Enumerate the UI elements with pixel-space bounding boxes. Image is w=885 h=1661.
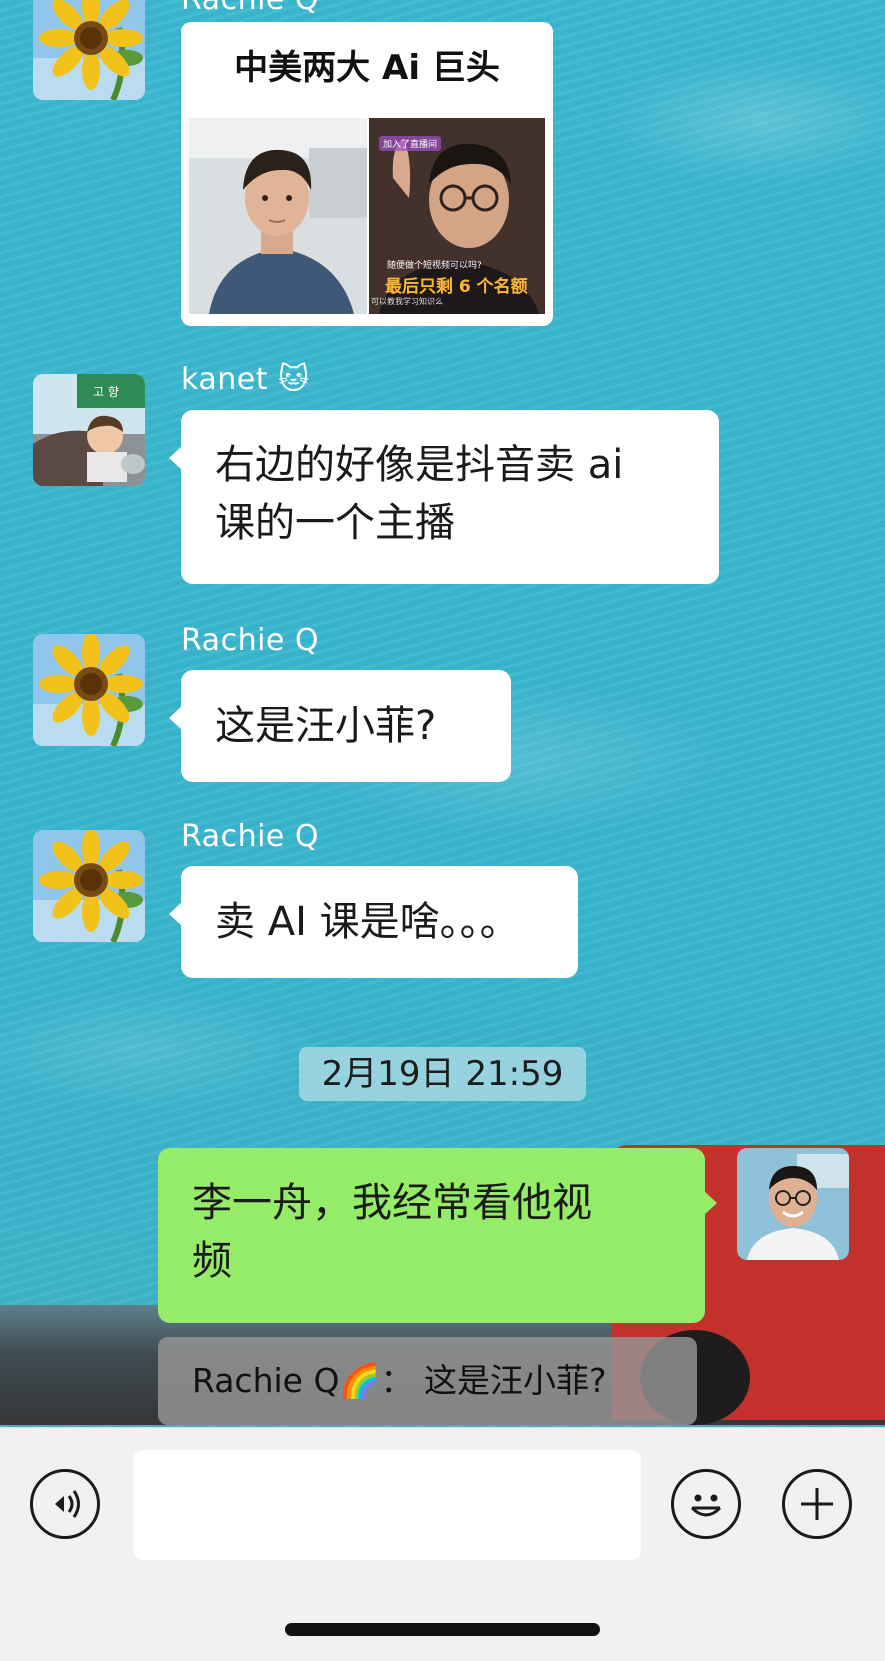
sunflower-avatar-image	[33, 634, 145, 746]
voice-icon	[55, 1490, 80, 1518]
message-text-line: 频	[192, 1238, 232, 1284]
avatar-rachie[interactable]	[33, 830, 145, 942]
message-text-line: 右边的好像是抖音卖 ai	[215, 442, 624, 488]
sender-name-kanet: kanet 🐱	[181, 362, 310, 397]
message-bubble-me[interactable]: 李一舟，我经常看他视 频	[158, 1148, 717, 1323]
avatar-me[interactable]	[737, 1148, 849, 1260]
image-overlay-bottom: 可以教我学习知识么	[371, 297, 443, 306]
avatar-rachie[interactable]	[33, 0, 145, 100]
sender-name-top: Rachie Q	[181, 0, 319, 17]
avatar-kanet[interactable]: 고 향	[33, 374, 145, 486]
message-text-line: 李一舟，我经常看他视	[192, 1180, 592, 1226]
voice-button[interactable]	[30, 1469, 100, 1539]
plus-icon	[801, 1488, 833, 1520]
message-bubble-rachie[interactable]: 这是汪小菲?	[169, 670, 511, 782]
message-bubble-kanet[interactable]: 右边的好像是抖音卖 ai 课的一个主播	[169, 410, 719, 584]
svg-text:고 향: 고 향	[93, 385, 119, 399]
message-text-line: 课的一个主播	[215, 500, 455, 546]
plus-button[interactable]	[782, 1469, 852, 1539]
message-input[interactable]	[133, 1450, 641, 1560]
emoji-icon	[690, 1494, 722, 1517]
image-overlay-mid: 随便做个短视频可以吗?	[387, 261, 482, 271]
message-text: 这是汪小菲?	[215, 703, 437, 749]
home-indicator[interactable]	[285, 1623, 600, 1636]
cartoon-driver-avatar-image: 고 향	[33, 374, 145, 486]
quoted-message[interactable]: Rachie Q🌈： 这是汪小菲?	[158, 1337, 697, 1425]
photo-right-person: 加入了直播间 随便做个短视频可以吗? 最后只剩 6 个名额 可以教我学习知识么	[369, 118, 545, 314]
image-overlay-top: 加入了直播间	[379, 136, 442, 151]
sunflower-avatar-image	[33, 830, 145, 942]
sender-name-rachie: Rachie Q	[181, 819, 320, 854]
sunflower-avatar-image	[33, 0, 145, 100]
message-bubble-rachie[interactable]: 卖 AI 课是啥。。。	[169, 866, 578, 978]
shared-image-card[interactable]: 中美两大 Ai 巨头 加入了直播间 随便做个短视频可以吗? 最后只剩 6 个名额…	[181, 22, 553, 326]
image-overlay-big: 最后只剩 6 个名额	[385, 277, 528, 297]
emoji-button[interactable]	[671, 1469, 741, 1539]
sender-name-rachie: Rachie Q	[181, 623, 320, 658]
man-portrait-avatar-image	[737, 1148, 849, 1260]
message-text: 卖 AI 课是啥。。。	[215, 899, 520, 945]
avatar-rachie[interactable]	[33, 634, 145, 746]
image-card-title: 中美两大 Ai 巨头	[234, 48, 500, 88]
photo-left-person	[189, 118, 367, 314]
timestamp-divider: 2月19日 21:59	[299, 1047, 586, 1101]
